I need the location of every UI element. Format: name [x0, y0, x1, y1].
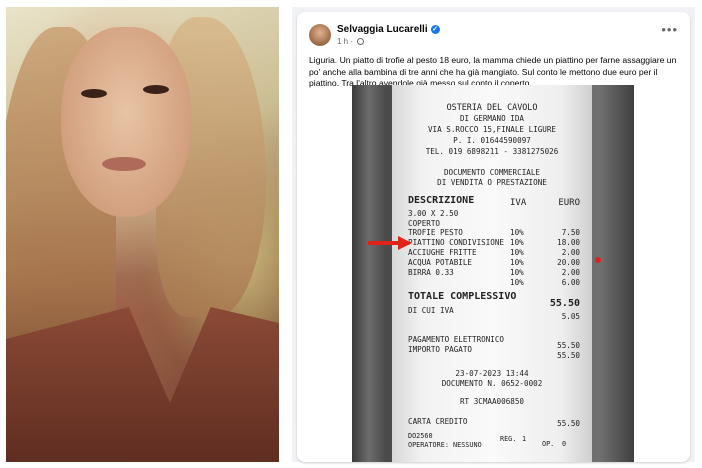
receipt-header-euro: EURO	[558, 198, 580, 208]
receipt-item-iva: 10%	[510, 268, 524, 277]
receipt-item-euro: 6.00	[561, 278, 580, 287]
receipt-item-iva: 10%	[510, 238, 524, 247]
receipt-item-iva: 10%	[510, 228, 524, 237]
receipt-total-label: TOTALE COMPLESSIVO	[408, 291, 517, 302]
author-label[interactable]: Selvaggia Lucarelli	[337, 24, 428, 35]
receipt-item-desc: BIRRA 0.33	[408, 268, 454, 277]
receipt-image[interactable]: OSTERIA DEL CAVOLO DI GERMANO IDA VIA S.…	[352, 85, 634, 462]
receipt-iva-value: 5.05	[561, 312, 580, 321]
receipt-paid-label: IMPORTO PAGATO	[408, 345, 473, 354]
receipt-item-desc: COPERTO	[408, 219, 441, 228]
receipt-paid-value: 55.50	[557, 351, 580, 360]
receipt-card-value: 55.50	[557, 419, 580, 428]
receipt-iva-label: DI CUI IVA	[408, 306, 454, 315]
more-options-icon[interactable]: •••	[661, 22, 678, 37]
post-timestamp[interactable]: 1 h	[337, 37, 348, 46]
receipt-item-euro: 20.00	[557, 258, 580, 267]
receipt-doc-line1: DOCUMENTO COMMERCIALE	[443, 168, 540, 177]
receipt-paper: OSTERIA DEL CAVOLO DI GERMANO IDA VIA S.…	[392, 85, 592, 462]
receipt-item-desc: PIATTINO CONDIVISIONE	[408, 238, 505, 247]
receipt-item-euro: 2.00	[561, 268, 580, 277]
post-panel: Selvaggia Lucarelli ✓ 1 h · ••• Liguria. …	[292, 7, 695, 462]
receipt-item-iva: 10%	[510, 278, 524, 287]
receipt-code: DO2560	[408, 432, 433, 440]
red-dot-marker	[595, 257, 601, 263]
post-meta[interactable]: 1 h ·	[337, 37, 365, 46]
receipt-qty-line: 3.00 X 2.50	[408, 209, 459, 218]
verified-badge-icon: ✓	[430, 25, 440, 34]
red-arrow-icon	[368, 236, 412, 250]
receipt-item-euro: 18.00	[557, 238, 580, 247]
receipt-op-label: OP.	[542, 440, 555, 448]
receipt-payment-value: 55.50	[557, 341, 580, 350]
author-avatar[interactable]	[309, 24, 331, 46]
receipt-item-euro: 7.50	[561, 228, 580, 237]
receipt-card-label: CARTA CREDITO	[408, 417, 468, 426]
post-card: Selvaggia Lucarelli ✓ 1 h · ••• Liguria. …	[297, 12, 690, 462]
author-name[interactable]: Selvaggia Lucarelli ✓	[337, 24, 440, 35]
receipt-operator: OPERATORE: NESSUNO	[408, 441, 482, 449]
receipt-piva: P. I. 01644590097	[453, 136, 531, 145]
receipt-op-value: 0	[562, 440, 567, 448]
receipt-header-iva: IVA	[510, 198, 527, 208]
receipt-doc-number: DOCUMENTO N. 0652-0002	[441, 379, 543, 388]
receipt-doc-line2: DI VENDITA O PRESTAZIONE	[437, 178, 547, 187]
receipt-item-desc: TROFIE PESTO	[408, 228, 463, 237]
receipt-item-iva: 10%	[510, 258, 524, 267]
public-globe-icon	[357, 38, 365, 45]
receipt-restaurant-name: OSTERIA DEL CAVOLO	[446, 102, 538, 112]
receipt-item-desc: ACQUA POTABILE	[408, 258, 473, 267]
receipt-item-euro: 2.00	[561, 248, 580, 257]
receipt-address: VIA S.ROCCO 15,FINALE LIGURE	[427, 125, 556, 134]
receipt-total-value: 55.50	[549, 298, 580, 309]
receipt-rt-code: RT 3CMAA006850	[459, 397, 524, 406]
profile-photo	[6, 7, 279, 462]
receipt-header-description: DESCRIZIONE	[408, 195, 475, 206]
receipt-item-desc: ACCIUGHE FRITTE	[408, 248, 477, 257]
receipt-reg-value: 1	[522, 435, 527, 443]
receipt-payment-label: PAGAMENTO ELETTRONICO	[408, 335, 505, 344]
receipt-phone: TEL. 019 6898211 - 3381275026	[425, 147, 559, 156]
receipt-reg-label: REG.	[500, 435, 517, 443]
receipt-item-iva: 10%	[510, 248, 524, 257]
receipt-datetime: 23-07-2023 13:44	[455, 369, 529, 378]
receipt-owner: DI GERMANO IDA	[459, 114, 524, 123]
